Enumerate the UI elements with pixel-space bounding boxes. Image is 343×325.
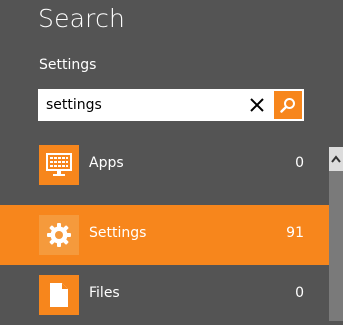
result-label: Files: [89, 285, 120, 301]
close-icon: [250, 98, 264, 112]
settings-tile: [39, 215, 79, 255]
apps-tile: [39, 145, 79, 185]
result-count: 91: [286, 225, 304, 241]
page-title: Search: [38, 4, 126, 33]
scroll-up-button[interactable]: [329, 147, 343, 171]
file-icon: [50, 283, 68, 307]
chevron-up-icon: [331, 155, 341, 163]
apps-icon: [46, 153, 72, 176]
result-row-files[interactable]: Files 0: [0, 265, 329, 325]
result-count: 0: [295, 155, 304, 171]
clear-search-button[interactable]: [244, 89, 270, 121]
search-input[interactable]: [46, 89, 246, 121]
result-label: Apps: [89, 155, 124, 171]
result-row-apps[interactable]: Apps 0: [0, 135, 329, 195]
gear-icon: [47, 223, 71, 247]
search-icon: [280, 98, 295, 113]
result-label: Settings: [89, 225, 147, 241]
files-tile: [39, 275, 79, 315]
search-scope-label[interactable]: Settings: [39, 57, 96, 73]
result-count: 0: [295, 285, 304, 301]
search-box: [38, 89, 304, 121]
search-button[interactable]: [274, 91, 302, 119]
result-row-settings[interactable]: Settings 91: [0, 205, 329, 265]
results-scrollbar[interactable]: [329, 147, 343, 321]
